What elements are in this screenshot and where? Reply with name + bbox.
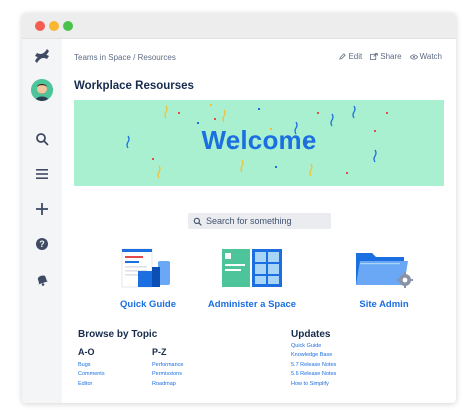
folder-settings-icon <box>356 253 413 288</box>
update-link[interactable]: 5.7 Release Notes <box>291 361 336 370</box>
update-link[interactable]: Knowledge Base <box>291 351 336 360</box>
browse-column-title: P-Z <box>152 347 167 357</box>
browse-p-z-links: Performance Permissions Roadmap <box>152 361 184 389</box>
plus-icon[interactable] <box>22 198 62 220</box>
share-button[interactable]: Share <box>370 52 402 61</box>
browse-column-title: A-O <box>78 347 95 357</box>
search-bar[interactable] <box>188 213 331 229</box>
notification-icon[interactable] <box>22 268 62 290</box>
topic-link[interactable]: Comments <box>78 370 105 379</box>
site-admin-card[interactable] <box>354 247 414 296</box>
search-input[interactable] <box>206 216 324 226</box>
update-link[interactable]: How to Simplify <box>291 380 336 389</box>
svg-text:?: ? <box>39 239 45 249</box>
welcome-banner: Welcome <box>74 100 444 186</box>
updates-heading: Updates <box>291 329 331 340</box>
close-window-button[interactable] <box>35 21 45 31</box>
window-titlebar <box>22 13 456 39</box>
update-link[interactable]: 5.6 Release Notes <box>291 370 336 379</box>
topic-link[interactable]: Permissions <box>152 370 184 379</box>
topic-link[interactable]: Editor <box>78 380 105 389</box>
browse-a-o-links: Bugs Comments Editor <box>78 361 105 389</box>
quick-guide-link[interactable]: Quick Guide <box>98 299 198 310</box>
page-actions: Edit Share Watch <box>339 52 442 61</box>
share-icon <box>370 53 378 60</box>
pencil-icon <box>339 53 347 60</box>
confluence-logo-icon[interactable] <box>22 45 62 67</box>
site-admin-link[interactable]: Site Admin <box>334 299 434 310</box>
browser-window: ? Teams in Space / Resources Edit Share … <box>22 13 456 403</box>
help-icon[interactable]: ? <box>22 233 62 255</box>
topic-link[interactable]: Performance <box>152 361 184 370</box>
menu-icon[interactable] <box>22 163 62 185</box>
minimize-window-button[interactable] <box>49 21 59 31</box>
document-icon <box>121 248 170 288</box>
search-icon[interactable] <box>22 128 62 150</box>
edit-button[interactable]: Edit <box>339 52 362 61</box>
user-avatar[interactable] <box>22 79 62 101</box>
welcome-heading: Welcome <box>201 125 317 155</box>
search-icon <box>193 217 202 226</box>
dashboard-icon <box>222 249 282 287</box>
share-label: Share <box>380 52 402 61</box>
eye-icon <box>409 54 418 59</box>
edit-label: Edit <box>348 52 363 61</box>
administer-space-card[interactable] <box>220 247 284 296</box>
browse-by-topic-heading: Browse by Topic <box>78 329 158 340</box>
quick-guide-card[interactable] <box>118 247 178 296</box>
main-content: Teams in Space / Resources Edit Share Wa… <box>62 39 456 403</box>
breadcrumb[interactable]: Teams in Space / Resources <box>74 53 176 62</box>
maximize-window-button[interactable] <box>63 21 73 31</box>
update-link[interactable]: Quick Guide <box>291 342 336 351</box>
page-title: Workplace Resourses <box>74 80 194 92</box>
administer-space-link[interactable]: Administer a Space <box>192 299 312 310</box>
updates-links: Quick Guide Knowledge Base 5.7 Release N… <box>291 342 336 389</box>
watch-label: Watch <box>419 52 442 61</box>
topic-link[interactable]: Bugs <box>78 361 105 370</box>
sidebar: ? <box>22 39 62 403</box>
topic-link[interactable]: Roadmap <box>152 380 184 389</box>
watch-button[interactable]: Watch <box>409 52 442 61</box>
